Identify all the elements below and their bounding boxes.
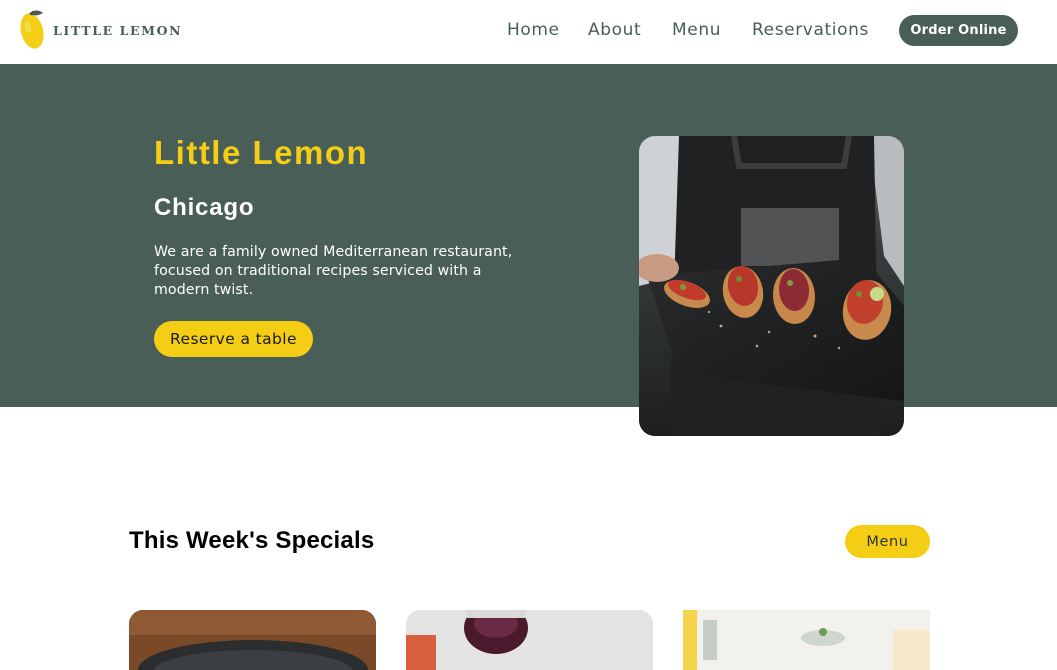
nav-home[interactable]: Home bbox=[507, 20, 560, 40]
lemon-icon bbox=[20, 10, 44, 49]
nav-reservations[interactable]: Reservations bbox=[752, 20, 869, 40]
hero-image bbox=[639, 136, 904, 436]
hero-title: Little Lemon bbox=[154, 134, 369, 171]
greek-salad-photo bbox=[129, 610, 376, 670]
nav-menu[interactable]: Menu bbox=[672, 20, 721, 40]
special-card-2[interactable] bbox=[406, 610, 653, 670]
special-card-3[interactable] bbox=[683, 610, 930, 670]
special-card-1[interactable] bbox=[129, 610, 376, 670]
specials-heading: This Week's Specials bbox=[129, 527, 375, 554]
specials-menu-button[interactable]: Menu bbox=[845, 525, 930, 558]
lemon-dessert-photo bbox=[683, 610, 930, 670]
nav-about[interactable]: About bbox=[588, 20, 641, 40]
bruschetta-photo bbox=[406, 610, 653, 670]
site-logo[interactable]: LITTLE LEMON bbox=[19, 9, 183, 51]
hero-description: We are a family owned Mediterranean rest… bbox=[154, 244, 513, 298]
logo-wordmark: LITTLE LEMON bbox=[53, 23, 183, 38]
reserve-table-button[interactable]: Reserve a table bbox=[154, 321, 313, 357]
site-header: LITTLE LEMON Home About Menu Reservation… bbox=[0, 0, 1057, 64]
order-online-button[interactable]: Order Online bbox=[899, 15, 1018, 46]
hero-subtitle: Chicago bbox=[154, 194, 255, 221]
bruschetta-platter-photo bbox=[639, 136, 904, 436]
